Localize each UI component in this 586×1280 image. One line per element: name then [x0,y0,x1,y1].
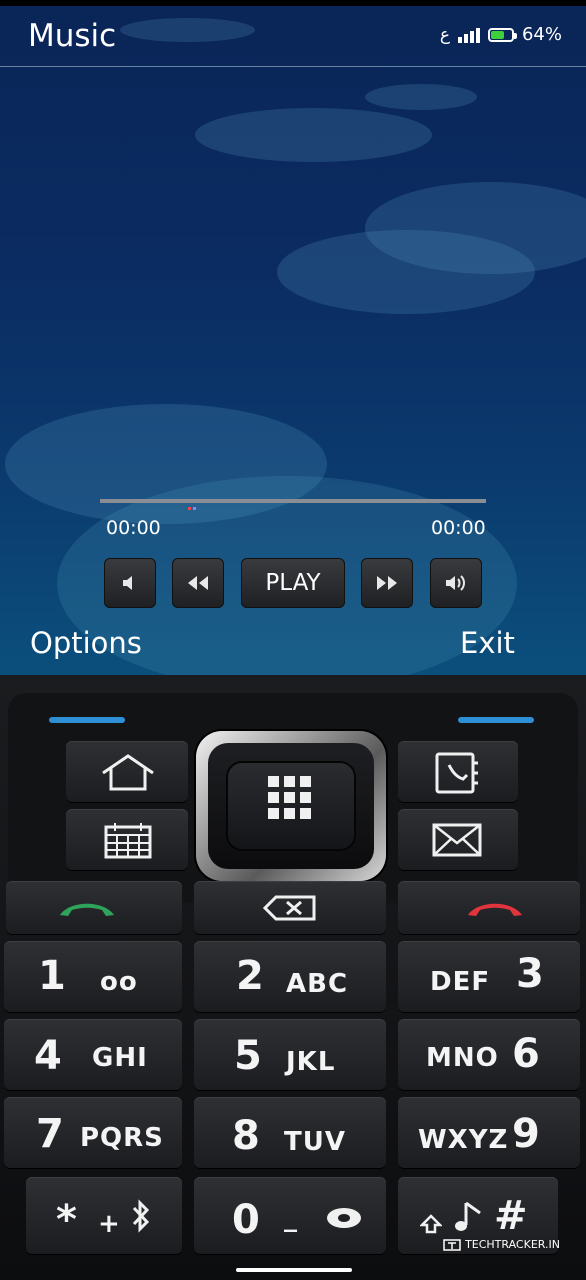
key-letters: JKL [286,1047,336,1077]
voicemail-icon: oo [100,967,138,997]
key-4[interactable]: 4 GHI [4,1019,182,1091]
call-key[interactable] [6,881,182,935]
progress-bar[interactable] [100,499,486,503]
volume-low-icon [123,576,132,590]
volume-high-icon [446,575,465,591]
key-number: 5 [234,1033,262,1079]
predictive-text-icon [327,1208,361,1228]
watermark-text: TECHTRACKER.IN [465,1238,560,1251]
fast-forward-icon [377,576,397,590]
signal-icon [457,27,480,43]
envelope-icon [432,823,482,857]
key-number: 3 [516,951,544,997]
music-note-icon [455,1201,481,1231]
elapsed-time: 00:00 [106,517,161,539]
decor-bubble [277,230,535,314]
battery-icon [487,27,517,42]
key-letters: MNO [426,1043,499,1073]
key-number: 2 [236,953,264,999]
battery-percent: 64% [521,24,562,45]
title-bar: Music ع 64% [0,6,586,67]
key-number: 4 [34,1033,62,1079]
dpad-center-key[interactable] [228,763,354,849]
menu-grid-icon [268,776,311,819]
calendar-key[interactable] [66,809,188,871]
key-number: 8 [232,1113,260,1159]
key-number: 0 [232,1197,260,1243]
page-title: Music [28,18,117,54]
space-symbol: _ [284,1203,298,1233]
home-icon [102,754,154,791]
music-screen: Music ع 64% 00:00 00:00 PLAY Options Exi… [0,0,586,675]
key-6[interactable]: MNO 6 [398,1019,580,1091]
key-number: 9 [512,1111,540,1157]
phonebook-icon [435,752,478,794]
watermark: TECHTRACKER.IN [443,1238,560,1251]
rewind-icon [188,576,208,590]
key-number: 6 [512,1031,540,1077]
network-indicator: ع [439,24,450,45]
key-number: * [56,1197,77,1243]
exit-softkey[interactable]: Exit [460,626,515,660]
bluetooth-icon [132,1199,150,1233]
home-indicator[interactable] [236,1268,352,1272]
phone-keypad: 1 oo 2 ABC DEF 3 4 GHI 5 JKL MNO 6 7 PQR… [0,675,586,1280]
volume-down-button[interactable] [104,558,156,608]
left-softkey-indicator [49,717,125,723]
key-number: # [494,1193,528,1239]
key-letters: TUV [284,1127,346,1157]
key-number: 1 [38,953,66,999]
key-8[interactable]: 8 TUV [194,1097,386,1169]
key-letters: GHI [92,1043,148,1073]
key-1[interactable]: 1 oo [4,941,182,1013]
messages-key[interactable] [398,809,518,871]
volume-up-button[interactable] [430,558,482,608]
decor-bubble [365,84,477,110]
key-letters: DEF [430,967,491,997]
play-button[interactable]: PLAY [241,558,345,608]
end-call-icon [468,903,522,916]
key-letters: PQRS [80,1123,164,1153]
key-2[interactable]: 2 ABC [194,941,386,1013]
key-letters: ABC [286,969,349,999]
contacts-key[interactable] [398,741,518,803]
clear-key[interactable] [194,881,386,935]
calendar-icon [104,823,152,859]
total-time: 00:00 [431,517,486,539]
key-5[interactable]: 5 JKL [194,1019,386,1091]
home-key[interactable] [66,741,188,803]
options-softkey[interactable]: Options [30,626,142,660]
backspace-icon [262,895,316,921]
key-star[interactable]: * + [26,1177,182,1255]
watermark-logo-icon [443,1238,461,1251]
shift-icon [420,1214,442,1234]
progress-marker [188,507,196,510]
key-letters: + [98,1209,121,1239]
fast-forward-button[interactable] [361,558,413,608]
key-3[interactable]: DEF 3 [398,941,580,1013]
key-0[interactable]: 0 _ [194,1177,386,1255]
key-9[interactable]: WXYZ 9 [398,1097,580,1169]
rewind-button[interactable] [172,558,224,608]
call-icon [60,903,114,916]
end-call-key[interactable] [398,881,580,935]
key-7[interactable]: 7 PQRS [4,1097,182,1169]
key-number: 7 [36,1111,64,1157]
navigation-dpad[interactable] [196,731,386,881]
right-softkey-indicator [458,717,534,723]
decor-bubble [195,108,432,162]
status-bar: ع 64% [440,24,562,45]
key-letters: WXYZ [418,1125,509,1155]
